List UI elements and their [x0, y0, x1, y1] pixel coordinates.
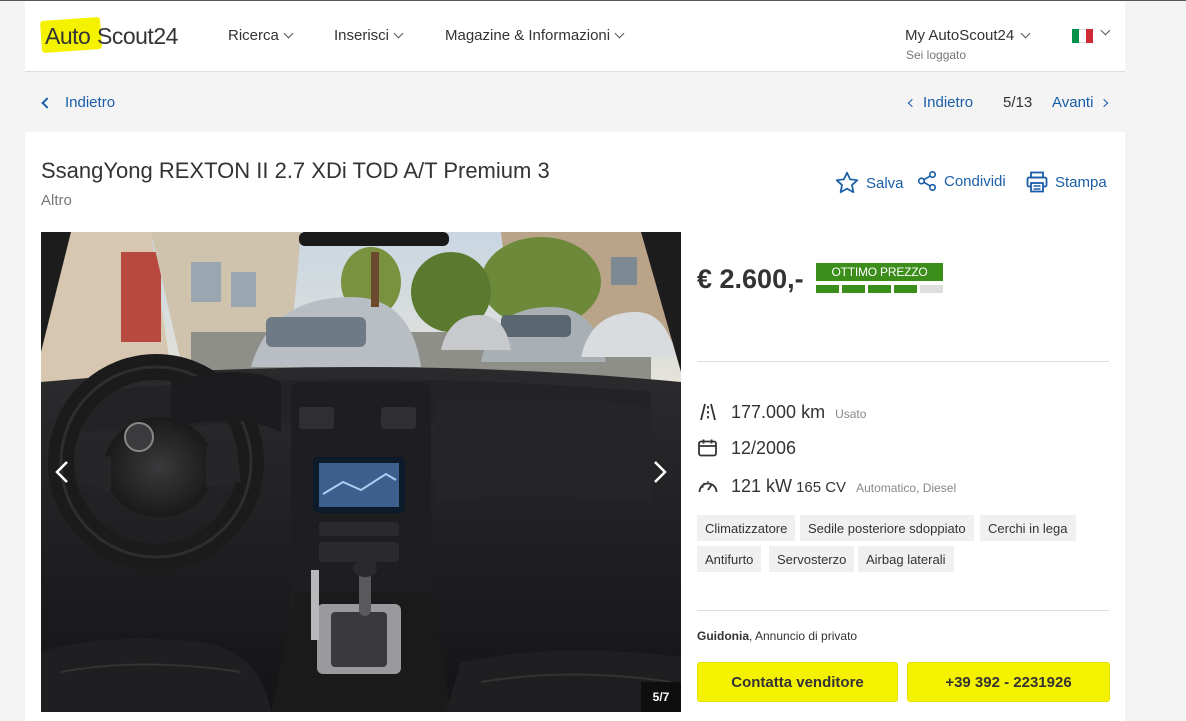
site-header: Auto Scout24 Ricerca Inserisci Magazine … — [25, 1, 1125, 72]
nav-magazine[interactable]: Magazine & Informazioni — [445, 27, 625, 44]
price-rating-segment — [920, 285, 943, 293]
chevron-left-icon — [55, 461, 68, 483]
nav-magazine-label: Magazine & Informazioni — [445, 27, 611, 44]
flag-stripe-red — [1086, 29, 1093, 43]
language-chevron-down-icon[interactable] — [1100, 25, 1111, 36]
flag-stripe-white — [1079, 29, 1086, 43]
divider — [697, 361, 1109, 362]
printer-icon — [1026, 171, 1048, 193]
logo-text-auto: Auto — [45, 23, 91, 49]
seller-location: Guidonia — [697, 629, 749, 643]
share-button[interactable]: Condividi — [916, 170, 1006, 192]
condition-value: Usato — [835, 407, 867, 421]
feature-tag: Servosterzo — [769, 546, 855, 572]
spec-power: 121 kW 165 CV Automatico, Diesel — [697, 474, 956, 497]
chevron-left-icon — [41, 96, 53, 109]
chevron-down-icon — [393, 28, 404, 39]
feature-tag: Antifurto — [697, 546, 762, 572]
print-label: Stampa — [1055, 173, 1107, 191]
save-button[interactable]: Salva — [834, 170, 904, 196]
feature-tag: Airbag laterali — [858, 546, 954, 572]
mileage-value: 177.000 km — [731, 402, 826, 422]
gallery-previous-button[interactable] — [43, 452, 83, 492]
calendar-icon — [698, 439, 717, 457]
spec-mileage: 177.000 km Usato — [697, 400, 866, 423]
chevron-right-icon — [654, 461, 667, 483]
road-icon — [700, 403, 716, 421]
logo-text-scout: Scout24 — [97, 23, 178, 49]
price-rating-segment — [816, 285, 839, 293]
account-menu[interactable]: My AutoScout24 — [905, 27, 1031, 44]
feature-tag: Cerchi in lega — [980, 515, 1076, 541]
photo-gallery[interactable]: 5/7 — [41, 232, 681, 712]
nav-inserisci[interactable]: Inserisci — [334, 27, 404, 44]
contact-seller-button[interactable]: Contatta venditore — [697, 662, 898, 702]
price-rating-segment — [842, 285, 865, 293]
gallery-counter: 5/7 — [641, 682, 681, 712]
speedometer-icon — [698, 481, 718, 493]
price-rating-bar — [816, 285, 943, 293]
chevron-left-icon — [907, 98, 917, 107]
next-listing-link[interactable]: Avanti — [1052, 94, 1109, 111]
nav-ricerca-label: Ricerca — [228, 27, 279, 44]
chevron-down-icon — [1020, 28, 1031, 39]
price-rating-badge[interactable]: OTTIMO PREZZO — [816, 263, 943, 281]
previous-listing-label: Indietro — [923, 94, 974, 111]
feature-tag: Sedile posteriore sdoppiato — [800, 515, 974, 541]
price-rating-segment — [868, 285, 891, 293]
nav-inserisci-label: Inserisci — [334, 27, 390, 44]
spec-registration: 12/2006 — [697, 436, 796, 459]
previous-listing-link[interactable]: Indietro — [907, 94, 974, 111]
back-link-label: Indietro — [65, 94, 116, 111]
registration-value: 12/2006 — [731, 438, 797, 458]
seller-info: Guidonia, Annuncio di privato — [697, 629, 857, 643]
seller-type: , Annuncio di privato — [749, 629, 858, 643]
listing-title: SsangYong REXTON II 2.7 XDi TOD A/T Prem… — [41, 158, 550, 183]
share-label: Condividi — [944, 172, 1006, 190]
listing-price: € 2.600,- — [697, 264, 804, 294]
phone-button[interactable]: +39 392 - 2231926 — [907, 662, 1110, 702]
star-icon — [835, 171, 859, 194]
divider — [697, 610, 1109, 611]
print-button[interactable]: Stampa — [1025, 170, 1107, 194]
account-status: Sei loggato — [906, 48, 967, 62]
chevron-down-icon — [614, 28, 625, 39]
feature-tag: Climatizzatore — [697, 515, 796, 541]
gallery-next-button[interactable] — [639, 452, 679, 492]
car-interior-photo — [41, 232, 681, 712]
flag-stripe-green — [1072, 29, 1079, 43]
power-cv-value: 165 CV — [796, 479, 847, 496]
back-link[interactable]: Indietro — [41, 94, 116, 111]
nav-ricerca[interactable]: Ricerca — [228, 27, 294, 44]
listing-navigation: Indietro Indietro 5/13 Avanti — [25, 72, 1125, 132]
chevron-right-icon — [1100, 98, 1109, 107]
transmission-fuel-value: Automatico, Diesel — [856, 481, 957, 495]
account-label: My AutoScout24 — [905, 27, 1015, 44]
power-kw-value: 121 kW — [731, 476, 793, 496]
price-rating-segment — [894, 285, 917, 293]
next-listing-label: Avanti — [1052, 94, 1094, 111]
share-icon — [917, 171, 937, 191]
italy-flag-icon[interactable] — [1072, 29, 1093, 43]
save-label: Salva — [866, 174, 904, 192]
listing-subtitle: Altro — [41, 192, 72, 209]
listing-pager: 5/13 — [1003, 94, 1033, 111]
listing-card: SsangYong REXTON II 2.7 XDi TOD A/T Prem… — [25, 132, 1125, 721]
chevron-down-icon — [283, 28, 294, 39]
